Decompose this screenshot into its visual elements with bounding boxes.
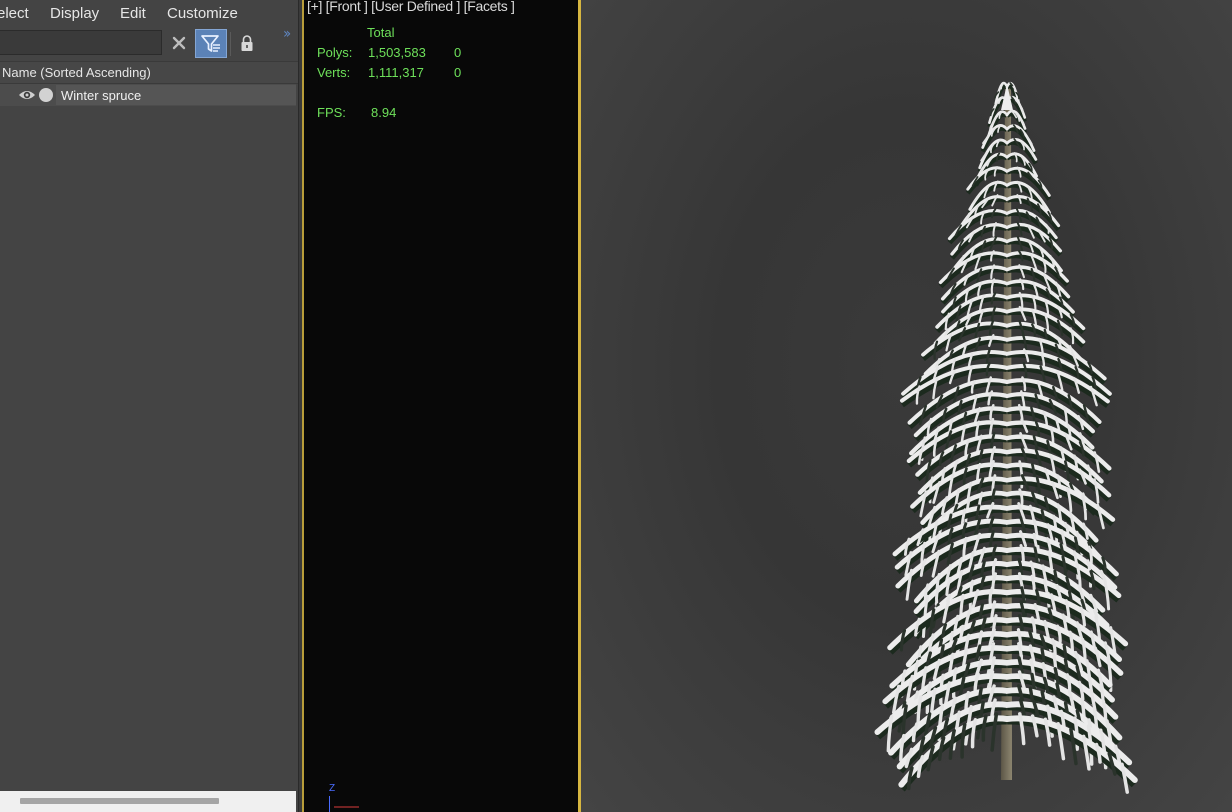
stats-fps-value: 8.94	[371, 105, 397, 120]
menu-display[interactable]: Display	[50, 5, 99, 22]
axis-z-label: Z	[329, 783, 336, 794]
stats-verts-total: 1,111,317	[368, 65, 424, 80]
stats-verts-selected: 0	[454, 65, 462, 80]
lock-selection-button[interactable]	[236, 31, 258, 55]
filter-toggle-button[interactable]	[195, 29, 227, 58]
stats-polys-label: Polys:	[317, 45, 353, 60]
stats-fps-label: FPS:	[317, 105, 346, 120]
scrollbar-thumb[interactable]	[20, 798, 219, 804]
stats-polys-selected: 0	[454, 45, 462, 60]
column-header-name[interactable]: Name (Sorted Ascending)	[0, 61, 298, 84]
front-viewport[interactable]: [+] [Front ] [User Defined ] [Facets ] T…	[304, 0, 579, 812]
list-item-label: Winter spruce	[61, 88, 142, 103]
perspective-viewport[interactable]	[581, 0, 1232, 812]
search-input[interactable]	[0, 30, 162, 55]
horizontal-scrollbar[interactable]	[0, 791, 296, 812]
filter-icon	[201, 34, 220, 52]
menu-customize[interactable]: Customize	[167, 5, 238, 22]
expand-chevron-icon[interactable]: ››	[283, 26, 291, 42]
viewport-label-menu[interactable]: [+] [Front ] [User Defined ] [Facets ]	[307, 0, 515, 14]
spruce-tree-model	[874, 81, 1138, 794]
menu-select[interactable]: elect	[0, 5, 29, 22]
axis-z-line	[329, 796, 330, 812]
column-header-label: Name (Sorted Ascending)	[2, 65, 151, 80]
axis-x-line	[334, 806, 359, 808]
scene-explorer-panel: elect Display Edit Customize ›› Name (So…	[0, 0, 298, 812]
menu-edit[interactable]: Edit	[120, 5, 146, 22]
stats-verts-label: Verts:	[317, 65, 351, 80]
list-item[interactable]: Winter spruce	[0, 84, 296, 106]
stats-polys-total: 1,503,583	[368, 45, 426, 60]
lock-icon	[241, 35, 253, 51]
menu-bar: elect Display Edit Customize	[0, 0, 298, 28]
explorer-toolbar: ››	[0, 26, 298, 60]
eye-icon[interactable]	[18, 88, 36, 102]
close-icon	[172, 36, 186, 50]
stats-total-header: Total	[367, 25, 395, 40]
list-item-name[interactable]: Winter spruce	[56, 85, 296, 105]
clear-search-button[interactable]	[168, 31, 190, 55]
toolbar-separator	[230, 32, 231, 56]
dot-icon[interactable]	[39, 88, 53, 102]
